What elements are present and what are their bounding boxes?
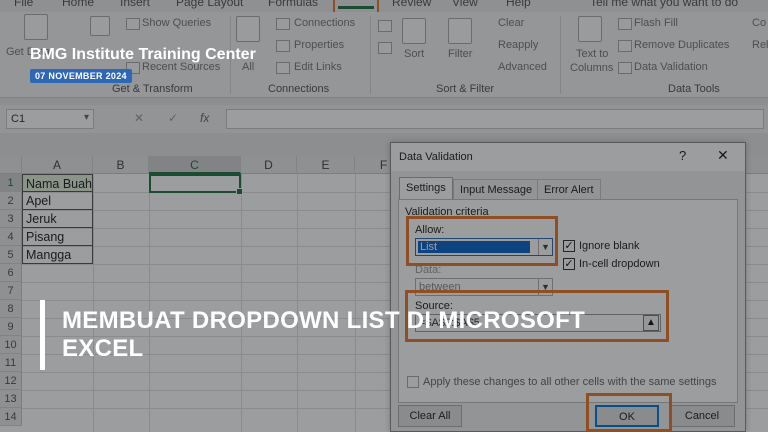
date-badge: 07 NOVEMBER 2024 [30, 69, 132, 83]
dark-overlay [0, 0, 768, 432]
article-headline: MEMBUAT DROPDOWN LIST DI MICROSOFT EXCEL [62, 307, 586, 362]
headline-accent-bar [40, 300, 45, 370]
brand-title: BMG Institute Training Center [30, 46, 256, 63]
